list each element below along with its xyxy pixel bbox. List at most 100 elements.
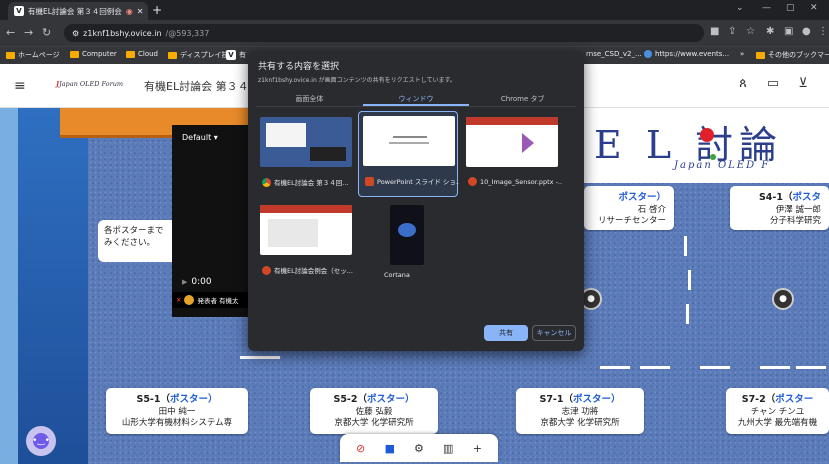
- folder-icon: [168, 51, 177, 59]
- poster-board[interactable]: S5-1（ポスター） 田中 純一 山形大学有機材料システム専: [106, 388, 248, 434]
- tab-chrome-tab[interactable]: Chrome タブ: [469, 91, 576, 106]
- more-bookmarks-chevron[interactable]: »: [740, 50, 744, 58]
- presenter-video[interactable]: Default ▾ ▶ 0:00: [172, 125, 248, 317]
- window-option[interactable]: Cortana: [360, 201, 460, 287]
- address-bar[interactable]: ⚙ z1knf1bshy.ovice.in/@593,337: [64, 24, 704, 42]
- chat-icon[interactable]: ▭: [764, 76, 782, 94]
- cancel-button[interactable]: キャンセル: [532, 325, 576, 341]
- members-icon[interactable]: ጰ: [734, 76, 752, 94]
- sidepanel-icon[interactable]: ▣: [784, 26, 793, 37]
- settings-icon[interactable]: ⚙: [408, 442, 430, 455]
- window-option[interactable]: 10_Image_Sensor.pptx -...: [462, 113, 562, 199]
- tab-search-icon[interactable]: ⌄: [736, 3, 744, 13]
- bookmark-item[interactable]: ホームページ: [6, 50, 60, 60]
- bookmark-item[interactable]: rnse_CSD_v2_...: [586, 50, 642, 58]
- close-tab-icon[interactable]: ✕: [137, 7, 144, 16]
- member-group-icon[interactable]: ●: [772, 288, 794, 310]
- powerpoint-icon: [468, 177, 477, 186]
- folder-icon: [6, 51, 15, 59]
- assistant-button[interactable]: •‿•: [26, 426, 56, 456]
- video-time: ▶ 0:00: [182, 277, 212, 287]
- board-icon[interactable]: ⊻: [794, 76, 812, 94]
- window-option[interactable]: 有機EL討論会例会（セッ...: [256, 201, 356, 287]
- floor-dash: [640, 366, 670, 369]
- poster-board[interactable]: S4-1（ポスタ 伊澤 誠一郎 分子科学研究: [730, 186, 829, 230]
- forward-icon[interactable]: →: [24, 26, 33, 39]
- bookmark-item[interactable]: Cloud: [126, 50, 158, 58]
- poster-board[interactable]: ポスター） 石 啓介 リサーチセンター: [584, 186, 674, 230]
- floor-dash: [600, 366, 630, 369]
- forum-logo: JJapan OLED Forum: [56, 80, 124, 88]
- new-tab-button[interactable]: +: [152, 3, 162, 17]
- ovice-favicon-icon: V: [14, 6, 24, 16]
- assistant-face-icon: •‿•: [32, 433, 50, 449]
- event-banner: E L 討論 Japan OLED F: [580, 108, 829, 183]
- close-window-button[interactable]: ✕: [810, 3, 818, 13]
- url-host: z1knf1bshy.ovice.in: [83, 28, 162, 38]
- hamburger-menu-icon[interactable]: ≡: [14, 78, 26, 94]
- play-icon[interactable]: ▶: [182, 278, 187, 286]
- bookmark-star-icon[interactable]: ☆: [746, 26, 755, 37]
- banner-subtitle: Japan OLED F: [674, 160, 771, 171]
- window-grid: 有機EL討論会 第３４回... PowerPoint スライド ショ... 10…: [256, 111, 576, 293]
- floor-dash: [686, 304, 689, 324]
- window-option-selected[interactable]: PowerPoint スライド ショ...: [358, 111, 459, 197]
- banner-red-dot: [700, 128, 714, 142]
- bookmark-item[interactable]: Computer: [70, 50, 117, 58]
- bookmark-item[interactable]: V有: [226, 50, 246, 60]
- globe-icon: [644, 50, 652, 58]
- share-screen-dialog: 共有する内容を選択 z1knf1bshy.ovice.in が画面コンテンツの共…: [248, 51, 584, 351]
- window-thumbnail: [363, 116, 455, 166]
- mic-muted-icon: ✕: [176, 296, 182, 304]
- camera-in-use-icon[interactable]: ■: [710, 26, 719, 37]
- floor-dash: [240, 356, 280, 359]
- tune-icon: ⚙: [72, 28, 80, 38]
- share-icon[interactable]: ⇪: [728, 26, 736, 37]
- presenter-label: ✕ 発表者 有機太: [172, 292, 248, 308]
- back-icon[interactable]: ←: [6, 26, 15, 39]
- floor-dash: [688, 270, 691, 290]
- quality-selector[interactable]: Default ▾: [182, 133, 218, 142]
- floor-dash: [796, 366, 826, 369]
- powerpoint-icon: [365, 176, 374, 186]
- chrome-icon: [262, 177, 271, 187]
- recording-indicator-icon: ◉: [125, 6, 133, 16]
- extensions-icon[interactable]: ✱: [766, 26, 774, 37]
- poster-board[interactable]: S7-2（ポスター チャン チンユ 九州大学 最先端有機: [726, 388, 829, 434]
- tab-entire-screen[interactable]: 画面全体: [256, 91, 363, 106]
- minimize-button[interactable]: —: [762, 3, 771, 13]
- share-button[interactable]: 共有: [484, 325, 528, 341]
- window-thumbnail: [390, 205, 424, 265]
- share-source-tabs: 画面全体 ウィンドウ Chrome タブ: [256, 91, 576, 107]
- other-bookmarks[interactable]: その他のブックマーク: [756, 50, 829, 60]
- window-thumbnail: [260, 205, 352, 255]
- dialog-title: 共有する内容を選択: [258, 62, 340, 72]
- map-icon[interactable]: ▥: [437, 442, 459, 455]
- window-thumbnail: [466, 117, 558, 167]
- floor-dash: [684, 236, 687, 256]
- control-bar: ⊘ ■ ⚙ ▥ +: [340, 434, 498, 462]
- tab-title: 有機EL討論会 第３４回例会: [28, 6, 122, 16]
- bookmark-item[interactable]: https://www.events...: [644, 50, 729, 58]
- room-wall-inner: [18, 108, 88, 464]
- camera-icon[interactable]: ■: [379, 442, 401, 455]
- tab-window[interactable]: ウィンドウ: [362, 91, 470, 106]
- floor-dash: [760, 366, 790, 369]
- folder-icon: [70, 50, 79, 58]
- mic-off-icon[interactable]: ⊘: [350, 442, 372, 455]
- menu-dots-icon[interactable]: ⋮: [818, 26, 828, 37]
- profile-icon[interactable]: ●: [802, 26, 811, 37]
- maximize-button[interactable]: ▢: [786, 3, 795, 13]
- folder-icon: [756, 51, 765, 59]
- poster-board[interactable]: S7-1（ポスター） 志津 功將 京都大学 化学研究所: [516, 388, 644, 434]
- powerpoint-icon: [262, 265, 271, 275]
- reload-icon[interactable]: ↻: [42, 26, 51, 39]
- add-icon[interactable]: +: [466, 442, 488, 455]
- window-thumbnail: [260, 117, 352, 167]
- browser-tab[interactable]: V 有機EL討論会 第３４回例会 ◉ ✕: [8, 2, 148, 20]
- browser-tab-strip: V 有機EL討論会 第３４回例会 ◉ ✕ + ⌄ — ▢ ✕: [0, 0, 829, 20]
- folder-icon: [126, 50, 135, 58]
- url-path: /@593,337: [165, 28, 210, 38]
- window-option[interactable]: 有機EL討論会 第３４回...: [256, 113, 356, 199]
- poster-board[interactable]: S5-2（ポスター） 佐藤 弘毅 京都大学 化学研究所: [310, 388, 438, 434]
